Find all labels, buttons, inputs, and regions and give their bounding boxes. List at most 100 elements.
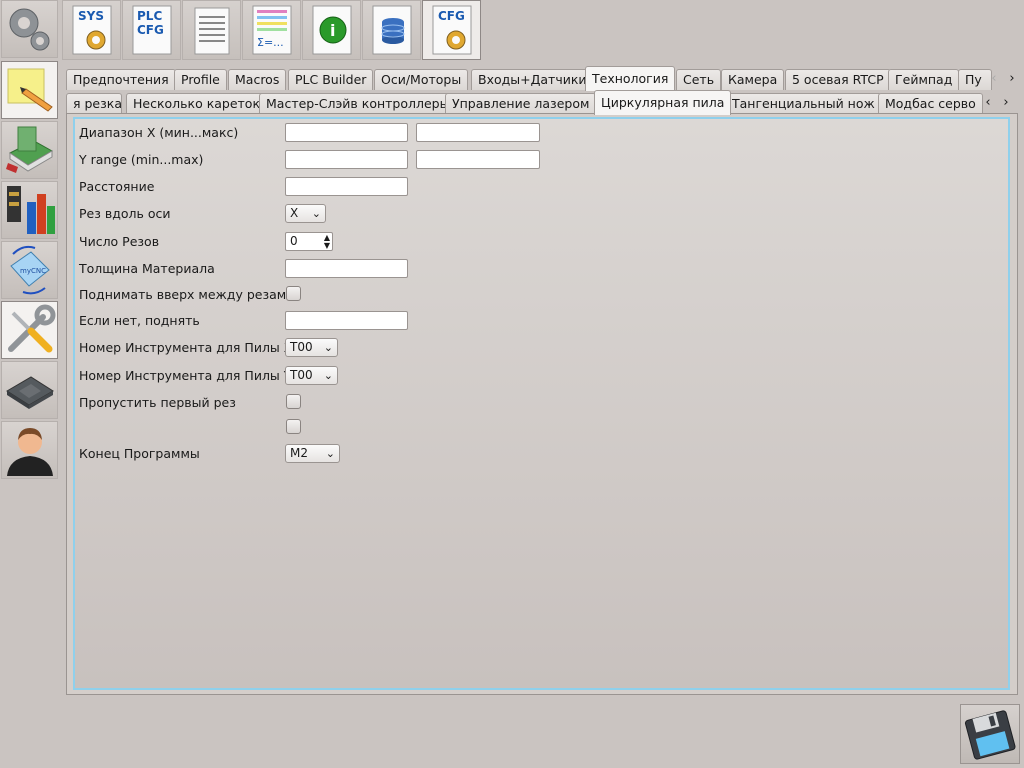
tab-master-slave[interactable]: Мастер-Слэйв контроллеры bbox=[259, 93, 457, 114]
plc-cfg-button[interactable]: PLC CFG bbox=[122, 0, 181, 60]
y-range-max-input[interactable] bbox=[416, 150, 540, 169]
tab-profile[interactable]: Profile bbox=[174, 69, 227, 90]
books-icon bbox=[5, 126, 53, 173]
tab-tangential-knife[interactable]: Тангенциальный нож bbox=[725, 93, 882, 114]
cfg-label: CFG bbox=[137, 23, 164, 37]
sidebar-item-hardware[interactable] bbox=[1, 361, 58, 419]
sidebar-item-user[interactable] bbox=[1, 421, 58, 479]
floppy-disk-icon bbox=[964, 710, 1016, 760]
if-not-lift-label: Если нет, поднять bbox=[79, 313, 200, 328]
database-button[interactable] bbox=[362, 0, 421, 60]
sys-label: SYS bbox=[78, 9, 104, 23]
tab-cut-truncated[interactable]: я резка bbox=[66, 93, 122, 114]
cuts-count-value: 0 bbox=[290, 234, 298, 248]
tab-macros[interactable]: Macros bbox=[228, 69, 287, 90]
formula-doc-icon: Σ=... bbox=[252, 5, 291, 55]
tool-y-value: T00 bbox=[290, 368, 313, 382]
tabs-row-2: я резка Несколько кареток Мастер-Слэйв к… bbox=[66, 90, 1021, 115]
x-range-max-input[interactable] bbox=[416, 123, 540, 142]
info-label: i bbox=[330, 21, 335, 40]
formula-label: Σ=... bbox=[257, 36, 284, 49]
formula-button[interactable]: Σ=... bbox=[242, 0, 301, 60]
plc-label: PLC bbox=[137, 9, 162, 23]
tab-network[interactable]: Сеть bbox=[676, 69, 722, 90]
chevron-down-icon: ⌄ bbox=[325, 447, 335, 460]
chevron-down-icon: ⌄ bbox=[323, 341, 333, 354]
lift-between-cuts-checkbox[interactable] bbox=[286, 286, 301, 301]
chevron-down-icon: ⌄ bbox=[323, 369, 333, 382]
program-end-label: Конец Программы bbox=[79, 446, 200, 461]
info-button[interactable]: i bbox=[302, 0, 361, 60]
tab-circular-saw[interactable]: Циркулярная пила bbox=[594, 90, 732, 115]
tabs-row1-right-arrow-icon[interactable]: › bbox=[1005, 70, 1019, 88]
mycnc-rotate-icon: myCNC bbox=[9, 245, 50, 295]
cfg-doc-label: CFG bbox=[438, 9, 465, 23]
program-end-value: M2 bbox=[290, 446, 308, 460]
tool-y-label: Номер Инструмента для Пилы Y bbox=[79, 368, 292, 383]
thickness-input[interactable] bbox=[285, 259, 408, 278]
x-range-label: Диапазон X (мин...макс) bbox=[79, 125, 239, 140]
cut-axis-label: Рез вдоль оси bbox=[79, 206, 171, 221]
sidebar-item-mycnc[interactable]: myCNC bbox=[1, 241, 58, 299]
tab-camera[interactable]: Камера bbox=[721, 69, 785, 90]
tool-x-value: T00 bbox=[290, 340, 313, 354]
tool-x-label: Номер Инструмента для Пилы X bbox=[79, 340, 293, 355]
cfg-button[interactable]: CFG bbox=[422, 0, 481, 60]
tabs-row-1: Предпочтения Profile Macros PLC Builder … bbox=[66, 66, 1015, 91]
tabs-row2-left-arrow-icon[interactable]: ‹ bbox=[981, 94, 995, 112]
database-doc-icon bbox=[372, 5, 411, 55]
sidebar-item-tools[interactable] bbox=[1, 301, 58, 359]
wrench-screwdriver-icon bbox=[7, 304, 55, 353]
tool-x-select[interactable]: T00 ⌄ bbox=[285, 338, 338, 357]
pencil-note-icon bbox=[7, 68, 53, 112]
save-button[interactable] bbox=[960, 704, 1020, 764]
program-end-select[interactable]: M2 ⌄ bbox=[285, 444, 340, 463]
sidebar-item-editor[interactable] bbox=[1, 61, 58, 119]
report-doc-icon bbox=[194, 7, 229, 55]
tab-laser-control[interactable]: Управление лазером bbox=[445, 93, 597, 114]
tabs-row2-right-arrow-icon[interactable]: › bbox=[999, 94, 1013, 112]
tabs-row1-left-arrow-icon[interactable]: ‹ bbox=[987, 70, 1001, 88]
thickness-label: Толщина Материала bbox=[79, 261, 215, 276]
mycnc-label: myCNC bbox=[20, 267, 46, 275]
skip-first-cut-label: Пропустить первый рез bbox=[79, 395, 236, 410]
user-icon bbox=[6, 428, 53, 476]
y-range-label: Y range (min...max) bbox=[79, 152, 204, 167]
cut-axis-value: X bbox=[290, 206, 299, 220]
sidebar-item-settings[interactable] bbox=[1, 0, 58, 58]
cuts-count-spinbox[interactable]: 0 ▲ ▼ bbox=[285, 232, 333, 251]
lift-between-cuts-label: Поднимать вверх между резами bbox=[79, 287, 295, 302]
skip-first-cut-checkbox[interactable] bbox=[286, 394, 301, 409]
sidebar-item-library[interactable] bbox=[1, 121, 58, 179]
info-doc-icon: i bbox=[312, 5, 351, 55]
distance-input[interactable] bbox=[285, 177, 408, 196]
spin-down-icon[interactable]: ▼ bbox=[324, 242, 330, 250]
tab-gamepad[interactable]: Геймпад bbox=[888, 69, 960, 90]
cfg-gear-doc-icon: CFG bbox=[432, 5, 471, 55]
y-range-min-input[interactable] bbox=[285, 150, 408, 169]
report-button[interactable] bbox=[182, 0, 241, 60]
distance-label: Расстояние bbox=[79, 179, 155, 194]
left-sidebar: myCNC bbox=[0, 0, 60, 480]
unlabeled-checkbox[interactable] bbox=[286, 419, 301, 434]
x-range-min-input[interactable] bbox=[285, 123, 408, 142]
tab-preferences[interactable]: Предпочтения bbox=[66, 69, 176, 90]
tab-multiple-carriages[interactable]: Несколько кареток bbox=[126, 93, 268, 114]
tab-axes-motors[interactable]: Оси/Моторы bbox=[374, 69, 469, 90]
tab-plc-builder[interactable]: PLC Builder bbox=[288, 69, 374, 90]
if-not-lift-input[interactable] bbox=[285, 311, 408, 330]
tab-inputs-sensors[interactable]: Входы+Датчики bbox=[471, 69, 594, 90]
tool-bars-icon bbox=[6, 186, 55, 234]
gears-icon bbox=[9, 8, 49, 51]
sys-button[interactable]: SYS bbox=[62, 0, 121, 60]
tab-modbus-servo[interactable]: Модбас серво bbox=[878, 93, 983, 114]
tab-5axis-rtcp[interactable]: 5 осевая RTCP bbox=[785, 69, 891, 90]
sys-gear-doc-icon: SYS bbox=[72, 5, 111, 55]
sidebar-item-tools-stats[interactable] bbox=[1, 181, 58, 239]
chevron-down-icon: ⌄ bbox=[311, 207, 321, 220]
chip-icon bbox=[5, 376, 54, 409]
tool-y-select[interactable]: T00 ⌄ bbox=[285, 366, 338, 385]
tab-technology[interactable]: Технология bbox=[585, 66, 676, 91]
cut-axis-select[interactable]: X ⌄ bbox=[285, 204, 326, 223]
plc-cfg-doc-icon: PLC CFG bbox=[132, 5, 171, 55]
